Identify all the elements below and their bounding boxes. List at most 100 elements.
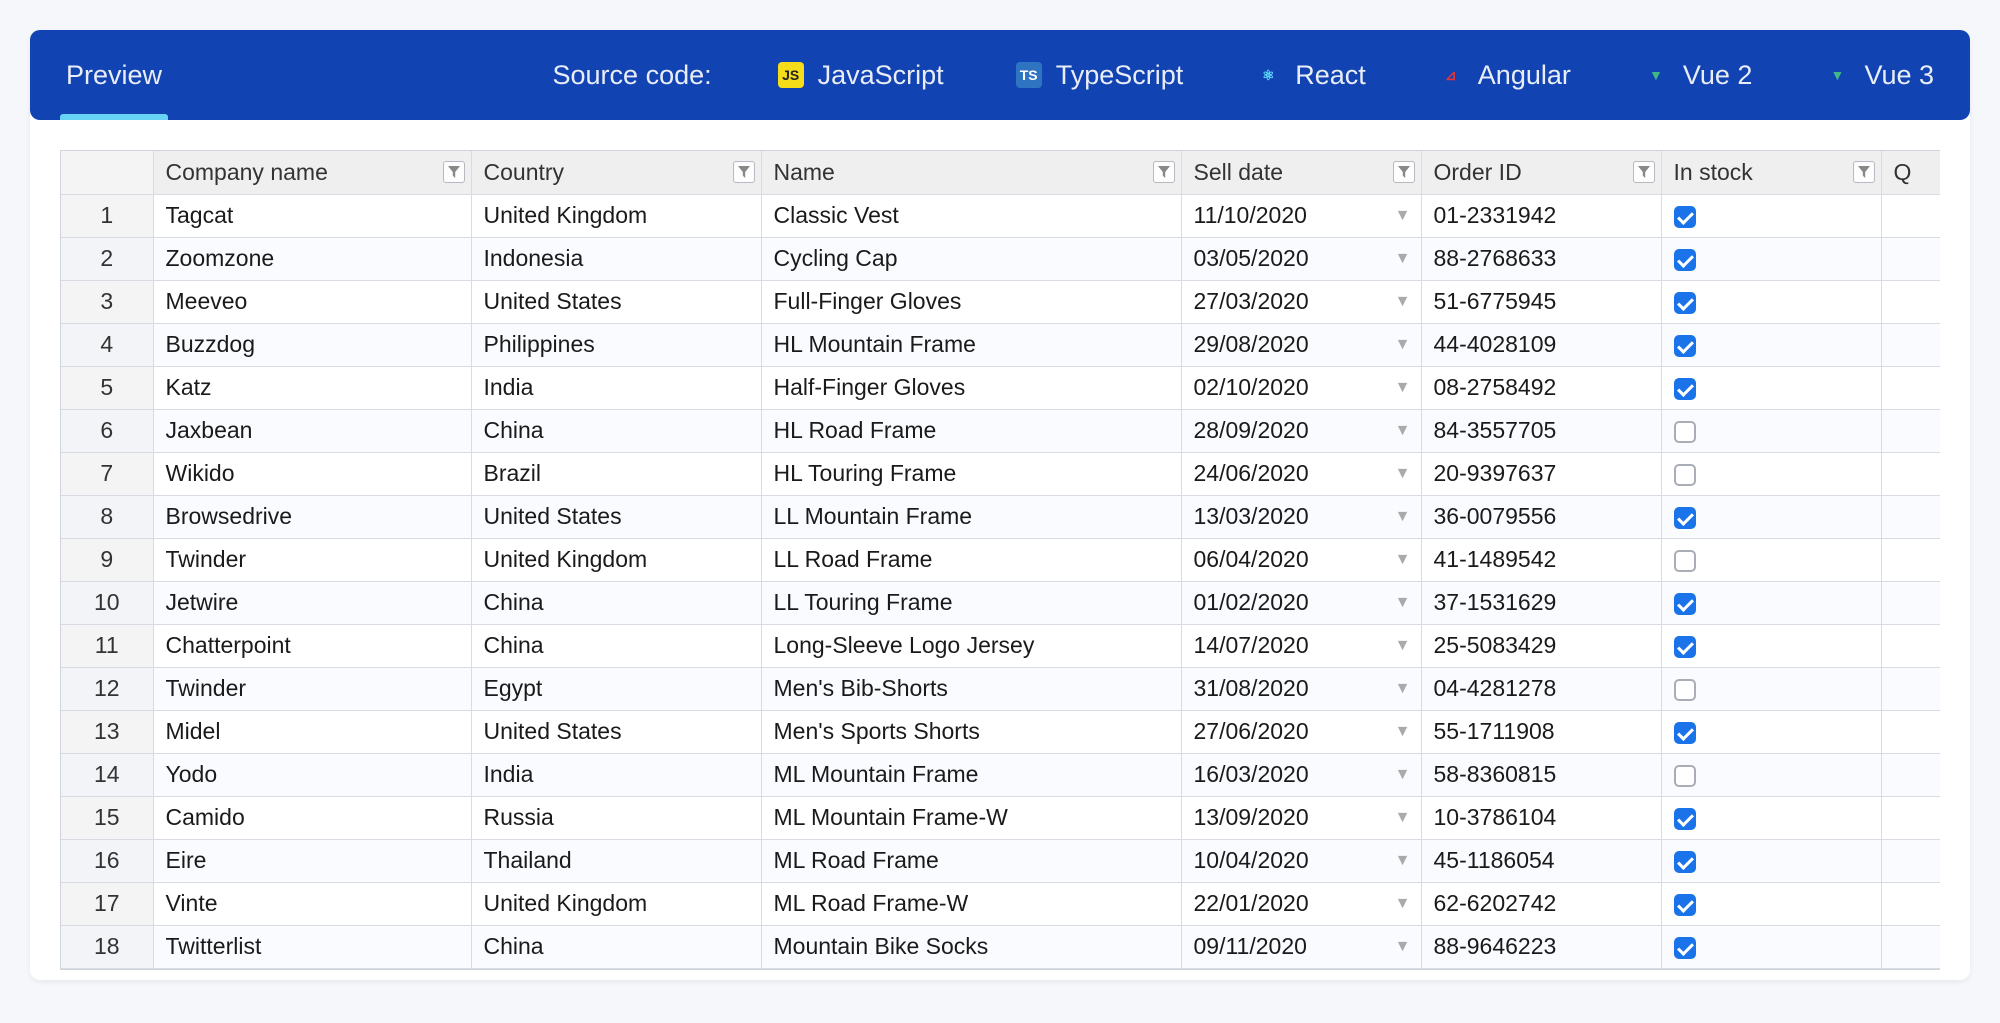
selldate-cell[interactable]: 29/08/2020▼ bbox=[1181, 323, 1421, 366]
country-cell[interactable]: United States bbox=[471, 495, 761, 538]
instock-checkbox[interactable] bbox=[1674, 550, 1696, 572]
name-cell[interactable]: HL Road Frame bbox=[761, 409, 1181, 452]
company-cell[interactable]: Browsedrive bbox=[153, 495, 471, 538]
orderid-cell[interactable]: 62-6202742 bbox=[1421, 882, 1661, 925]
rownum-cell[interactable]: 5 bbox=[61, 366, 153, 409]
selldate-cell[interactable]: 01/02/2020▼ bbox=[1181, 581, 1421, 624]
tab-react[interactable]: ⚛ React bbox=[1249, 30, 1372, 120]
rownum-cell[interactable]: 17 bbox=[61, 882, 153, 925]
company-cell[interactable]: Chatterpoint bbox=[153, 624, 471, 667]
qty-cell-cut[interactable] bbox=[1881, 194, 1940, 237]
company-cell[interactable]: Katz bbox=[153, 366, 471, 409]
instock-checkbox[interactable] bbox=[1674, 421, 1696, 443]
header-country[interactable]: Country bbox=[471, 151, 761, 194]
selldate-cell[interactable]: 03/05/2020▼ bbox=[1181, 237, 1421, 280]
qty-cell-cut[interactable] bbox=[1881, 366, 1940, 409]
orderid-cell[interactable]: 51-6775945 bbox=[1421, 280, 1661, 323]
country-cell[interactable]: Russia bbox=[471, 796, 761, 839]
qty-cell-cut[interactable] bbox=[1881, 796, 1940, 839]
orderid-cell[interactable]: 88-2768633 bbox=[1421, 237, 1661, 280]
name-cell[interactable]: ML Road Frame bbox=[761, 839, 1181, 882]
country-cell[interactable]: India bbox=[471, 366, 761, 409]
qty-cell-cut[interactable] bbox=[1881, 839, 1940, 882]
orderid-cell[interactable]: 36-0079556 bbox=[1421, 495, 1661, 538]
instock-cell[interactable] bbox=[1661, 882, 1881, 925]
instock-checkbox[interactable] bbox=[1674, 765, 1696, 787]
name-cell[interactable]: Long-Sleeve Logo Jersey bbox=[761, 624, 1181, 667]
rownum-cell[interactable]: 2 bbox=[61, 237, 153, 280]
name-cell[interactable]: LL Road Frame bbox=[761, 538, 1181, 581]
instock-checkbox[interactable] bbox=[1674, 679, 1696, 701]
country-cell[interactable]: United States bbox=[471, 710, 761, 753]
country-cell[interactable]: United Kingdom bbox=[471, 538, 761, 581]
name-cell[interactable]: ML Road Frame-W bbox=[761, 882, 1181, 925]
orderid-cell[interactable]: 04-4281278 bbox=[1421, 667, 1661, 710]
instock-cell[interactable] bbox=[1661, 194, 1881, 237]
rownum-cell[interactable]: 14 bbox=[61, 753, 153, 796]
header-name[interactable]: Name bbox=[761, 151, 1181, 194]
instock-checkbox[interactable] bbox=[1674, 507, 1696, 529]
filter-country-button[interactable] bbox=[733, 161, 755, 183]
company-cell[interactable]: Wikido bbox=[153, 452, 471, 495]
orderid-cell[interactable]: 44-4028109 bbox=[1421, 323, 1661, 366]
name-cell[interactable]: HL Mountain Frame bbox=[761, 323, 1181, 366]
name-cell[interactable]: Cycling Cap bbox=[761, 237, 1181, 280]
orderid-cell[interactable]: 37-1531629 bbox=[1421, 581, 1661, 624]
instock-checkbox[interactable] bbox=[1674, 206, 1696, 228]
selldate-cell[interactable]: 28/09/2020▼ bbox=[1181, 409, 1421, 452]
name-cell[interactable]: Full-Finger Gloves bbox=[761, 280, 1181, 323]
instock-cell[interactable] bbox=[1661, 839, 1881, 882]
instock-checkbox[interactable] bbox=[1674, 937, 1696, 959]
instock-checkbox[interactable] bbox=[1674, 808, 1696, 830]
rownum-cell[interactable]: 6 bbox=[61, 409, 153, 452]
qty-cell-cut[interactable] bbox=[1881, 280, 1940, 323]
selldate-cell[interactable]: 14/07/2020▼ bbox=[1181, 624, 1421, 667]
orderid-cell[interactable]: 45-1186054 bbox=[1421, 839, 1661, 882]
instock-checkbox[interactable] bbox=[1674, 593, 1696, 615]
qty-cell-cut[interactable] bbox=[1881, 237, 1940, 280]
name-cell[interactable]: Half-Finger Gloves bbox=[761, 366, 1181, 409]
name-cell[interactable]: Men's Sports Shorts bbox=[761, 710, 1181, 753]
company-cell[interactable]: Twitterlist bbox=[153, 925, 471, 968]
company-cell[interactable]: Tagcat bbox=[153, 194, 471, 237]
country-cell[interactable]: China bbox=[471, 409, 761, 452]
name-cell[interactable]: ML Mountain Frame-W bbox=[761, 796, 1181, 839]
orderid-cell[interactable]: 55-1711908 bbox=[1421, 710, 1661, 753]
country-cell[interactable]: Brazil bbox=[471, 452, 761, 495]
filter-company-button[interactable] bbox=[443, 161, 465, 183]
country-cell[interactable]: Egypt bbox=[471, 667, 761, 710]
orderid-cell[interactable]: 20-9397637 bbox=[1421, 452, 1661, 495]
instock-cell[interactable] bbox=[1661, 753, 1881, 796]
instock-checkbox[interactable] bbox=[1674, 851, 1696, 873]
instock-cell[interactable] bbox=[1661, 323, 1881, 366]
orderid-cell[interactable]: 58-8360815 bbox=[1421, 753, 1661, 796]
instock-checkbox[interactable] bbox=[1674, 378, 1696, 400]
instock-cell[interactable] bbox=[1661, 280, 1881, 323]
instock-checkbox[interactable] bbox=[1674, 249, 1696, 271]
instock-checkbox[interactable] bbox=[1674, 722, 1696, 744]
selldate-cell[interactable]: 11/10/2020▼ bbox=[1181, 194, 1421, 237]
rownum-cell[interactable]: 16 bbox=[61, 839, 153, 882]
company-cell[interactable]: Buzzdog bbox=[153, 323, 471, 366]
rownum-cell[interactable]: 15 bbox=[61, 796, 153, 839]
country-cell[interactable]: Thailand bbox=[471, 839, 761, 882]
company-cell[interactable]: Meeveo bbox=[153, 280, 471, 323]
orderid-cell[interactable]: 10-3786104 bbox=[1421, 796, 1661, 839]
instock-cell[interactable] bbox=[1661, 538, 1881, 581]
qty-cell-cut[interactable] bbox=[1881, 624, 1940, 667]
tab-javascript[interactable]: JS JavaScript bbox=[772, 30, 950, 120]
instock-cell[interactable] bbox=[1661, 667, 1881, 710]
company-cell[interactable]: Twinder bbox=[153, 538, 471, 581]
instock-cell[interactable] bbox=[1661, 237, 1881, 280]
orderid-cell[interactable]: 88-9646223 bbox=[1421, 925, 1661, 968]
rownum-cell[interactable]: 13 bbox=[61, 710, 153, 753]
selldate-cell[interactable]: 13/03/2020▼ bbox=[1181, 495, 1421, 538]
company-cell[interactable]: Camido bbox=[153, 796, 471, 839]
company-cell[interactable]: Zoomzone bbox=[153, 237, 471, 280]
instock-cell[interactable] bbox=[1661, 495, 1881, 538]
name-cell[interactable]: Classic Vest bbox=[761, 194, 1181, 237]
orderid-cell[interactable]: 01-2331942 bbox=[1421, 194, 1661, 237]
name-cell[interactable]: LL Touring Frame bbox=[761, 581, 1181, 624]
header-company[interactable]: Company name bbox=[153, 151, 471, 194]
name-cell[interactable]: LL Mountain Frame bbox=[761, 495, 1181, 538]
